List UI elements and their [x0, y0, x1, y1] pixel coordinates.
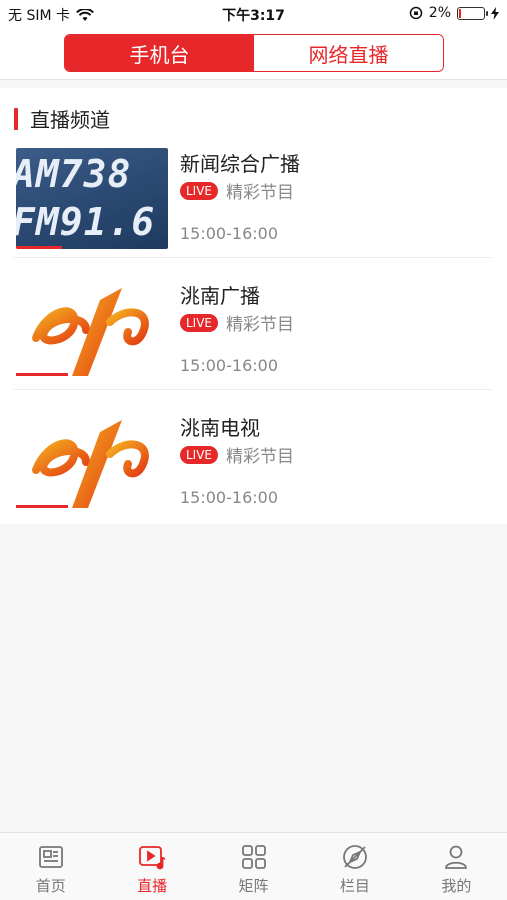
tab-label: 首页: [35, 877, 66, 895]
program-time: 15:00-16:00: [180, 488, 278, 507]
live-badge: LIVE: [180, 181, 219, 200]
status-right: 2%: [409, 5, 499, 21]
program-name: 精彩节目: [226, 315, 295, 335]
program-name: 精彩节目: [226, 447, 295, 467]
tab-mine[interactable]: 我的: [406, 833, 507, 900]
charging-icon: [491, 6, 499, 20]
source-segmented-control: 手机台 网络直播: [64, 34, 444, 72]
station-logo-icon: [16, 288, 149, 376]
channel-thumbnail: [16, 412, 168, 513]
channel-item[interactable]: 洮南电视 LIVE 精彩节目 15:00-16:00: [14, 404, 492, 522]
program-time: 15:00-16:00: [180, 224, 278, 243]
tab-web-live[interactable]: 网络直播: [254, 35, 443, 71]
channel-name: 洮南广播: [180, 284, 260, 308]
newspaper-icon: [38, 846, 63, 868]
section-title: 直播频道: [30, 108, 110, 132]
thumbnail-progress-bar: [16, 246, 62, 249]
tab-columns[interactable]: 栏目: [304, 833, 405, 900]
live-badge: LIVE: [180, 445, 219, 464]
channel-thumbnail: [16, 280, 168, 381]
section-header: 直播频道: [14, 104, 110, 133]
channel-thumbnail: AM738 FM91.6: [16, 148, 168, 249]
tab-label: 矩阵: [238, 877, 269, 895]
live-video-icon: [139, 846, 166, 870]
live-row: LIVE 精彩节目: [180, 178, 294, 203]
compass-icon: [343, 845, 367, 869]
live-channels-panel: 直播频道 AM738 FM91.6 新闻综合广播 LIVE 精彩节目 15:00…: [0, 88, 507, 524]
header: 手机台 网络直播: [0, 28, 507, 80]
bottom-tab-bar: 首页 直播 矩阵 栏目 我的: [0, 832, 507, 900]
channel-item[interactable]: 洮南广播 LIVE 精彩节目 15:00-16:00: [14, 272, 492, 390]
tab-live[interactable]: 直播: [101, 833, 202, 900]
user-icon: [445, 845, 468, 869]
channel-name: 新闻综合广播: [180, 152, 300, 176]
battery-percent: 2%: [428, 5, 451, 21]
grid-icon: [241, 845, 266, 869]
tab-home[interactable]: 首页: [0, 833, 101, 900]
live-row: LIVE 精彩节目: [180, 310, 294, 335]
status-bar: 无 SIM 卡 下午3:17 2%: [0, 0, 507, 28]
battery-icon: [457, 6, 488, 20]
tab-label: 我的: [441, 877, 472, 895]
tab-mobile-station[interactable]: 手机台: [65, 35, 254, 71]
tab-label: 直播: [137, 877, 168, 895]
thumbnail-text-fm: FM91.6: [16, 200, 156, 244]
tab-label: 栏目: [339, 877, 370, 895]
program-time: 15:00-16:00: [180, 356, 278, 375]
thumbnail-text-am: AM738: [16, 152, 132, 196]
program-name: 精彩节目: [226, 183, 295, 203]
orientation-lock-icon: [409, 6, 423, 20]
section-accent-bar: [14, 107, 18, 130]
tab-matrix[interactable]: 矩阵: [203, 833, 304, 900]
live-row: LIVE 精彩节目: [180, 442, 294, 467]
live-badge: LIVE: [180, 313, 219, 332]
channel-item[interactable]: AM738 FM91.6 新闻综合广播 LIVE 精彩节目 15:00-16:0…: [14, 140, 492, 258]
channel-name: 洮南电视: [180, 416, 260, 440]
station-logo-icon: [16, 420, 149, 508]
